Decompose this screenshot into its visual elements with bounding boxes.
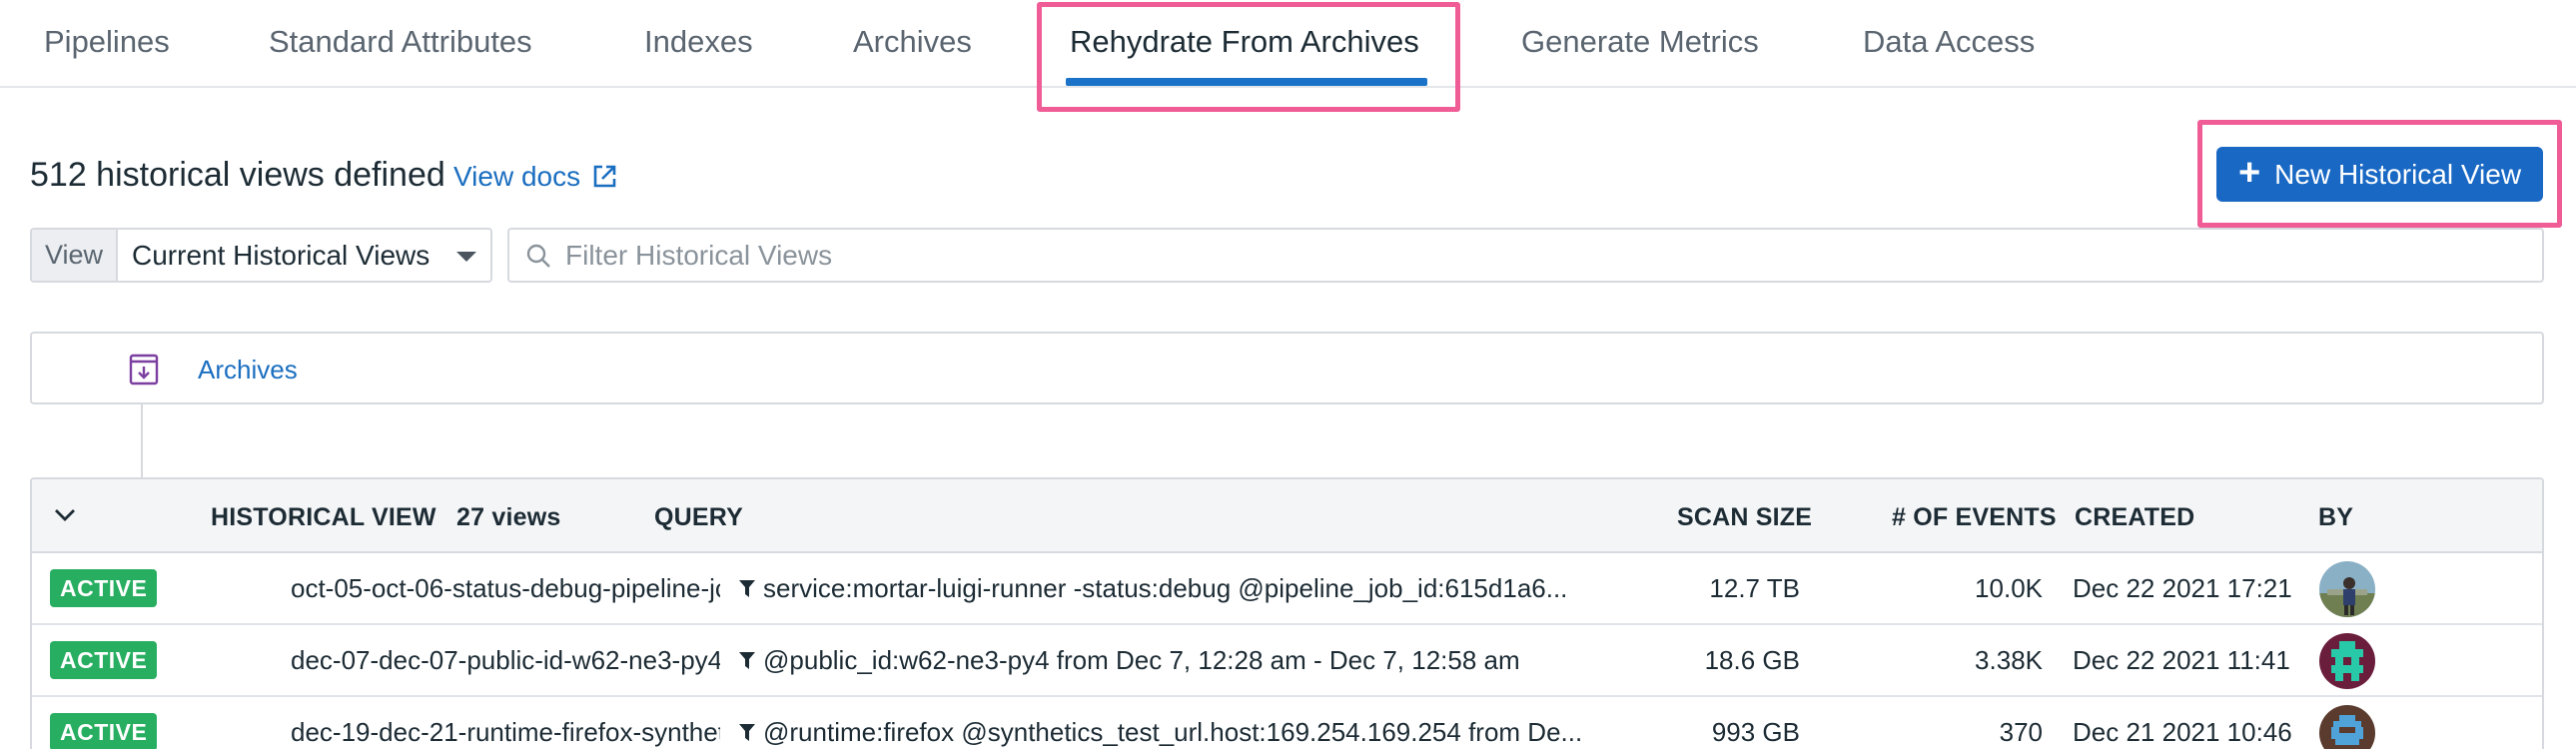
tab-indexes[interactable]: Indexes [644,24,753,60]
view-selector-text: Current Historical Views [132,239,430,271]
filter-historical-views-input[interactable] [565,239,2463,272]
column-historical-view[interactable]: HISTORICAL VIEW [211,503,436,532]
tab-archives[interactable]: Archives [853,24,972,60]
external-link-icon [593,165,616,188]
archives-link[interactable]: Archives [198,355,298,385]
caret-down-icon [456,252,476,262]
created-date: Dec 22 2021 17:21 [2073,573,2292,603]
historical-views-table: HISTORICAL VIEW 27 views QUERY SCAN SIZE… [30,477,2544,749]
historical-views-count: 512 historical views defined [30,156,445,194]
new-historical-view-button[interactable]: + New Historical View [2216,147,2543,202]
status-badge: ACTIVE [50,569,158,607]
query-text: @public_id:w62-ne3-py4 from Dec 7, 12:28… [763,645,1520,675]
search-icon [526,244,550,268]
events-count: 10.0K [1975,573,2043,603]
table-row[interactable]: ACTIVE oct-05-oct-06-status-debug-pipeli… [32,553,2542,625]
query-text: service:mortar-luigi-runner -status:debu… [763,573,1568,603]
table-header: HISTORICAL VIEW 27 views QUERY SCAN SIZE… [32,479,2542,553]
table-row[interactable]: ACTIVE dec-07-dec-07-public-id-w62-ne3-p… [32,625,2542,697]
avatar[interactable] [2319,705,2375,749]
query-cell: service:mortar-luigi-runner -status:debu… [739,573,1588,604]
column-events[interactable]: # OF EVENTS [1892,503,2057,532]
events-count: 370 [1999,717,2043,747]
query-text: @runtime:firefox @synthetics_test_url.ho… [763,717,1583,747]
filter-icon [739,723,755,741]
view-selector-value[interactable]: Current Historical Views [118,230,490,281]
created-date: Dec 21 2021 10:46 [2073,717,2292,747]
status-badge: ACTIVE [50,713,158,749]
tab-generate-metrics[interactable]: Generate Metrics [1521,24,1759,60]
table-row[interactable]: ACTIVE dec-19-dec-21-runtime-firefox-syn… [32,697,2542,749]
avatar[interactable] [2319,633,2375,689]
scan-size: 993 GB [1711,717,1800,747]
scan-size: 12.7 TB [1709,573,1800,603]
filter-icon [739,579,755,597]
tab-data-access[interactable]: Data Access [1863,24,2035,60]
query-cell: @runtime:firefox @synthetics_test_url.ho… [739,717,1588,748]
scan-size: 18.6 GB [1704,645,1800,675]
view-selector-label: View [32,230,118,281]
new-historical-view-label: New Historical View [2274,158,2522,190]
events-count: 3.38K [1975,645,2043,675]
filter-icon [739,651,755,669]
tab-standard-attributes[interactable]: Standard Attributes [269,24,532,60]
created-date: Dec 22 2021 11:41 [2073,645,2290,675]
column-by[interactable]: BY [2318,503,2353,532]
archive-box-icon [129,354,159,385]
status-badge: ACTIVE [50,641,158,679]
archives-panel: Archives [30,332,2544,404]
plus-icon: + [2237,152,2261,194]
view-docs-link[interactable]: View docs [453,161,618,193]
column-views-count: 27 views [456,503,561,531]
query-cell: @public_id:w62-ne3-py4 from Dec 7, 12:28… [739,645,1588,676]
historical-view-name: dec-07-dec-07-public-id-w62-ne3-py4 [291,645,720,675]
historical-view-name: dec-19-dec-21-runtime-firefox-synthet [291,717,720,747]
tab-pipelines[interactable]: Pipelines [44,24,170,60]
avatar[interactable] [2319,561,2375,617]
column-query[interactable]: QUERY [654,503,743,532]
view-docs-label: View docs [453,161,581,192]
historical-view-name: oct-05-oct-06-status-debug-pipeline-jc [291,573,720,603]
tab-highlight-box [1037,2,1460,112]
filter-historical-views-field[interactable] [507,228,2544,283]
column-scan-size[interactable]: SCAN SIZE [1677,503,1812,532]
column-created[interactable]: CREATED [2075,503,2194,532]
chevron-down-icon[interactable] [54,507,76,523]
view-selector[interactable]: View Current Historical Views [30,228,492,283]
tree-connector-line [141,404,143,477]
